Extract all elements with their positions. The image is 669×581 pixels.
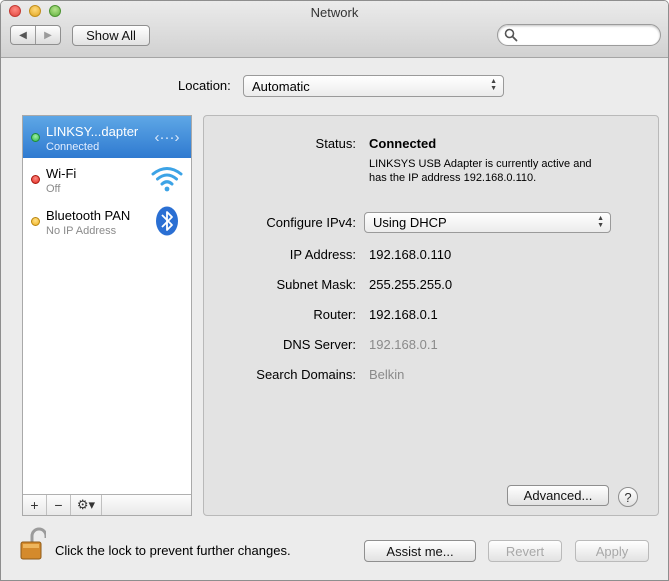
configure-ipv4-select[interactable]: Using DHCP ▲ ▼ [364,212,611,233]
service-name: Bluetooth PAN [46,208,131,223]
subnet-mask-value: 255.255.255.0 [369,277,453,292]
service-status: Connected [46,141,100,153]
add-service-button[interactable]: + [23,495,47,515]
select-arrows-icon: ▲ ▼ [490,78,497,92]
service-list: LINKSY...dapter Connected ‹···› Wi-Fi Of… [22,115,192,516]
advanced-button[interactable]: Advanced... [507,485,609,506]
dns-server-label: DNS Server: [283,337,356,352]
status-value: Connected [369,136,437,151]
router-label: Router: [313,307,356,322]
service-item-linksys[interactable]: LINKSY...dapter Connected ‹···› [23,116,191,158]
back-forward-control: ◀ ▶ [10,25,61,45]
status-dot-connected [31,133,40,142]
show-all-button[interactable]: Show All [72,25,150,46]
ip-address-value: 192.168.0.110 [369,247,452,262]
service-name: LINKSY...dapter [46,124,139,139]
forward-arrow-icon[interactable]: ▶ [35,26,60,44]
network-preferences-window: Network ◀ ▶ Show All Location: Automatic… [0,0,669,581]
status-label: Status: [315,136,356,151]
search-domains-value: Belkin [369,367,405,382]
service-list-toolbar: + − ⚙▾ [23,494,191,515]
location-select[interactable]: Automatic ▲ ▼ [243,75,504,97]
title-bar: Network ◀ ▶ Show All [1,1,668,58]
assist-me-button[interactable]: Assist me... [364,540,476,562]
apply-button[interactable]: Apply [575,540,649,562]
gear-icon[interactable]: ⚙▾ [71,495,102,515]
status-dot-off [31,175,40,184]
status-description-line2: has the IP address 192.168.0.110. [369,172,537,184]
back-arrow-icon[interactable]: ◀ [11,26,35,44]
lock-icon[interactable] [20,527,46,561]
wifi-icon [151,167,183,192]
bluetooth-icon [156,206,178,236]
service-item-bluetooth-pan[interactable]: Bluetooth PAN No IP Address [23,200,191,242]
svg-text:‹···›: ‹···› [155,129,180,146]
search-field[interactable] [497,24,661,46]
service-name: Wi-Fi [46,166,77,181]
service-status: Off [46,183,61,195]
location-value: Automatic [252,78,310,94]
revert-button[interactable]: Revert [488,540,562,562]
search-domains-label: Search Domains: [256,367,356,382]
status-description-line1: LINKSYS USB Adapter is currently active … [369,158,592,170]
ethernet-icon: ‹···› [155,129,180,146]
ip-address-label: IP Address: [289,247,356,262]
service-details-panel: Status: Connected LINKSYS USB Adapter is… [203,115,659,516]
dns-server-value: 192.168.0.1 [369,337,438,352]
select-arrows-icon: ▲ ▼ [597,215,604,229]
subnet-mask-label: Subnet Mask: [276,277,357,292]
service-item-wifi[interactable]: Wi-Fi Off [23,158,191,200]
configure-ipv4-label: Configure IPv4: [266,215,356,230]
location-label: Location: [178,78,231,93]
configure-ipv4-value: Using DHCP [373,215,447,230]
help-button[interactable]: ? [618,487,638,507]
lock-message: Click the lock to prevent further change… [55,543,291,558]
remove-service-button[interactable]: − [47,495,71,515]
service-status: No IP Address [46,225,117,237]
router-value: 192.168.0.1 [369,307,438,322]
window-title: Network [310,5,359,20]
status-dot-no-ip [31,217,40,226]
search-icon [504,28,518,42]
